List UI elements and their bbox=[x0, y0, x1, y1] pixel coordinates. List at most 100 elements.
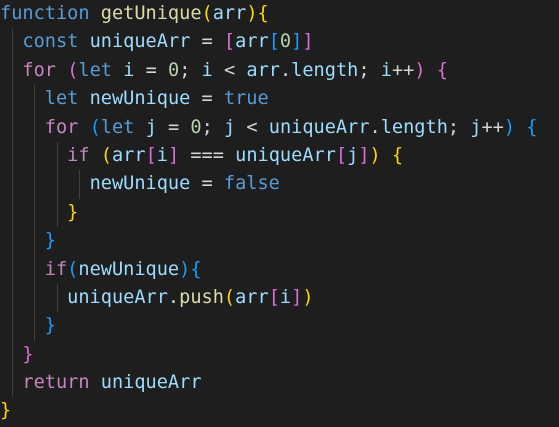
indent-guide bbox=[12, 312, 13, 341]
code-token: j bbox=[470, 116, 482, 138]
code-line[interactable]: function getUnique(arr){ bbox=[0, 0, 559, 28]
code-token: } bbox=[67, 201, 79, 223]
code-editor[interactable]: function getUnique(arr){ const uniqueArr… bbox=[0, 0, 559, 427]
code-token: ( bbox=[67, 258, 79, 280]
code-token: arr bbox=[235, 31, 269, 53]
code-token: true bbox=[223, 88, 269, 110]
code-line[interactable]: return uniqueArr bbox=[0, 369, 559, 398]
code-line[interactable]: } bbox=[0, 340, 559, 370]
code-token: newUnique bbox=[78, 258, 180, 280]
code-token: } bbox=[0, 400, 12, 422]
code-token: [ bbox=[335, 144, 348, 166]
code-token: uniqueArr bbox=[67, 286, 168, 308]
code-line[interactable]: newUnique = false bbox=[0, 170, 559, 199]
code-token: } bbox=[44, 315, 56, 337]
indent-guide bbox=[34, 227, 36, 256]
code-token: ( bbox=[223, 286, 236, 308]
code-line[interactable]: if (arr[i] === uniqueArr[j]) { bbox=[0, 141, 559, 171]
indent-guide bbox=[34, 198, 36, 228]
indent-guide bbox=[12, 28, 13, 57]
indent-guide bbox=[34, 312, 36, 341]
code-token: ) bbox=[369, 144, 381, 166]
indent-guide bbox=[12, 283, 13, 313]
code-token: { bbox=[436, 59, 448, 81]
code-token: let bbox=[100, 116, 135, 138]
code-token: for bbox=[22, 59, 56, 81]
indent-guide bbox=[34, 141, 36, 171]
code-token: [ bbox=[145, 144, 157, 166]
code-line[interactable]: for (let j = 0; j < uniqueArr.length; j+… bbox=[0, 113, 559, 142]
code-line[interactable]: } bbox=[0, 397, 559, 425]
code-token: [ bbox=[268, 286, 280, 308]
indentation bbox=[0, 259, 45, 280]
code-token: newUnique bbox=[89, 88, 191, 110]
indent-guide bbox=[12, 255, 13, 284]
code-token: ++ bbox=[391, 59, 415, 81]
code-token: ; bbox=[447, 116, 471, 138]
code-line[interactable]: if(newUnique){ bbox=[0, 255, 559, 284]
code-token: ( bbox=[89, 116, 101, 138]
code-token: < bbox=[212, 59, 247, 81]
code-token: { bbox=[391, 144, 404, 166]
code-line[interactable]: uniqueArr.push(arr[i]) bbox=[0, 283, 559, 313]
code-token: ] bbox=[167, 144, 180, 166]
indent-guide bbox=[12, 113, 13, 142]
code-token: . bbox=[369, 116, 381, 138]
code-token: j bbox=[223, 116, 236, 138]
code-token: j bbox=[347, 144, 359, 166]
indentation bbox=[0, 117, 45, 138]
code-token: push bbox=[179, 286, 224, 308]
indent-guide bbox=[12, 369, 13, 398]
code-token: for bbox=[44, 116, 79, 138]
indentation bbox=[0, 315, 45, 336]
code-token: uniqueArr bbox=[89, 31, 191, 53]
code-token: = bbox=[190, 88, 224, 110]
code-line[interactable]: let newUnique = true bbox=[0, 85, 559, 114]
code-token: ) bbox=[503, 116, 516, 138]
code-token: ; bbox=[358, 59, 381, 81]
code-token: 0 bbox=[279, 31, 292, 53]
code-line[interactable]: } bbox=[0, 198, 559, 228]
code-token: ( bbox=[67, 59, 79, 81]
code-token: function bbox=[0, 3, 90, 24]
indent-guide bbox=[56, 170, 58, 199]
indent-guide bbox=[34, 85, 36, 114]
code-token: ) bbox=[414, 59, 426, 81]
code-token: ] bbox=[302, 31, 314, 53]
code-token: false bbox=[223, 173, 280, 195]
indent-guide bbox=[12, 85, 13, 114]
code-token: { bbox=[190, 258, 202, 280]
code-token: length bbox=[380, 116, 448, 138]
code-line[interactable]: const uniqueArr = [arr[0]] bbox=[0, 28, 559, 57]
code-token: i bbox=[380, 59, 392, 81]
code-token: ] bbox=[291, 31, 303, 53]
code-line[interactable]: for (let i = 0; i < arr.length; i++) { bbox=[0, 56, 559, 86]
code-token: arr bbox=[235, 286, 269, 308]
code-token: ( bbox=[100, 144, 112, 166]
indent-guide bbox=[12, 227, 13, 256]
code-token: [ bbox=[223, 31, 236, 53]
code-line[interactable]: } bbox=[0, 227, 559, 256]
code-token: return bbox=[22, 372, 90, 394]
code-token: uniqueArr bbox=[100, 372, 202, 394]
code-token: } bbox=[22, 343, 34, 365]
code-token: . bbox=[279, 59, 292, 81]
code-block[interactable]: function getUnique(arr){ const uniqueArr… bbox=[0, 0, 559, 426]
code-line[interactable]: } bbox=[0, 312, 559, 341]
code-token: === bbox=[179, 144, 236, 166]
code-token: ) bbox=[302, 286, 314, 308]
code-token: = bbox=[134, 59, 168, 81]
code-token: uniqueArr bbox=[268, 116, 370, 138]
code-token: = bbox=[190, 173, 224, 195]
indentation bbox=[0, 173, 90, 194]
code-token: ) bbox=[246, 3, 258, 24]
code-token: [ bbox=[268, 31, 280, 53]
